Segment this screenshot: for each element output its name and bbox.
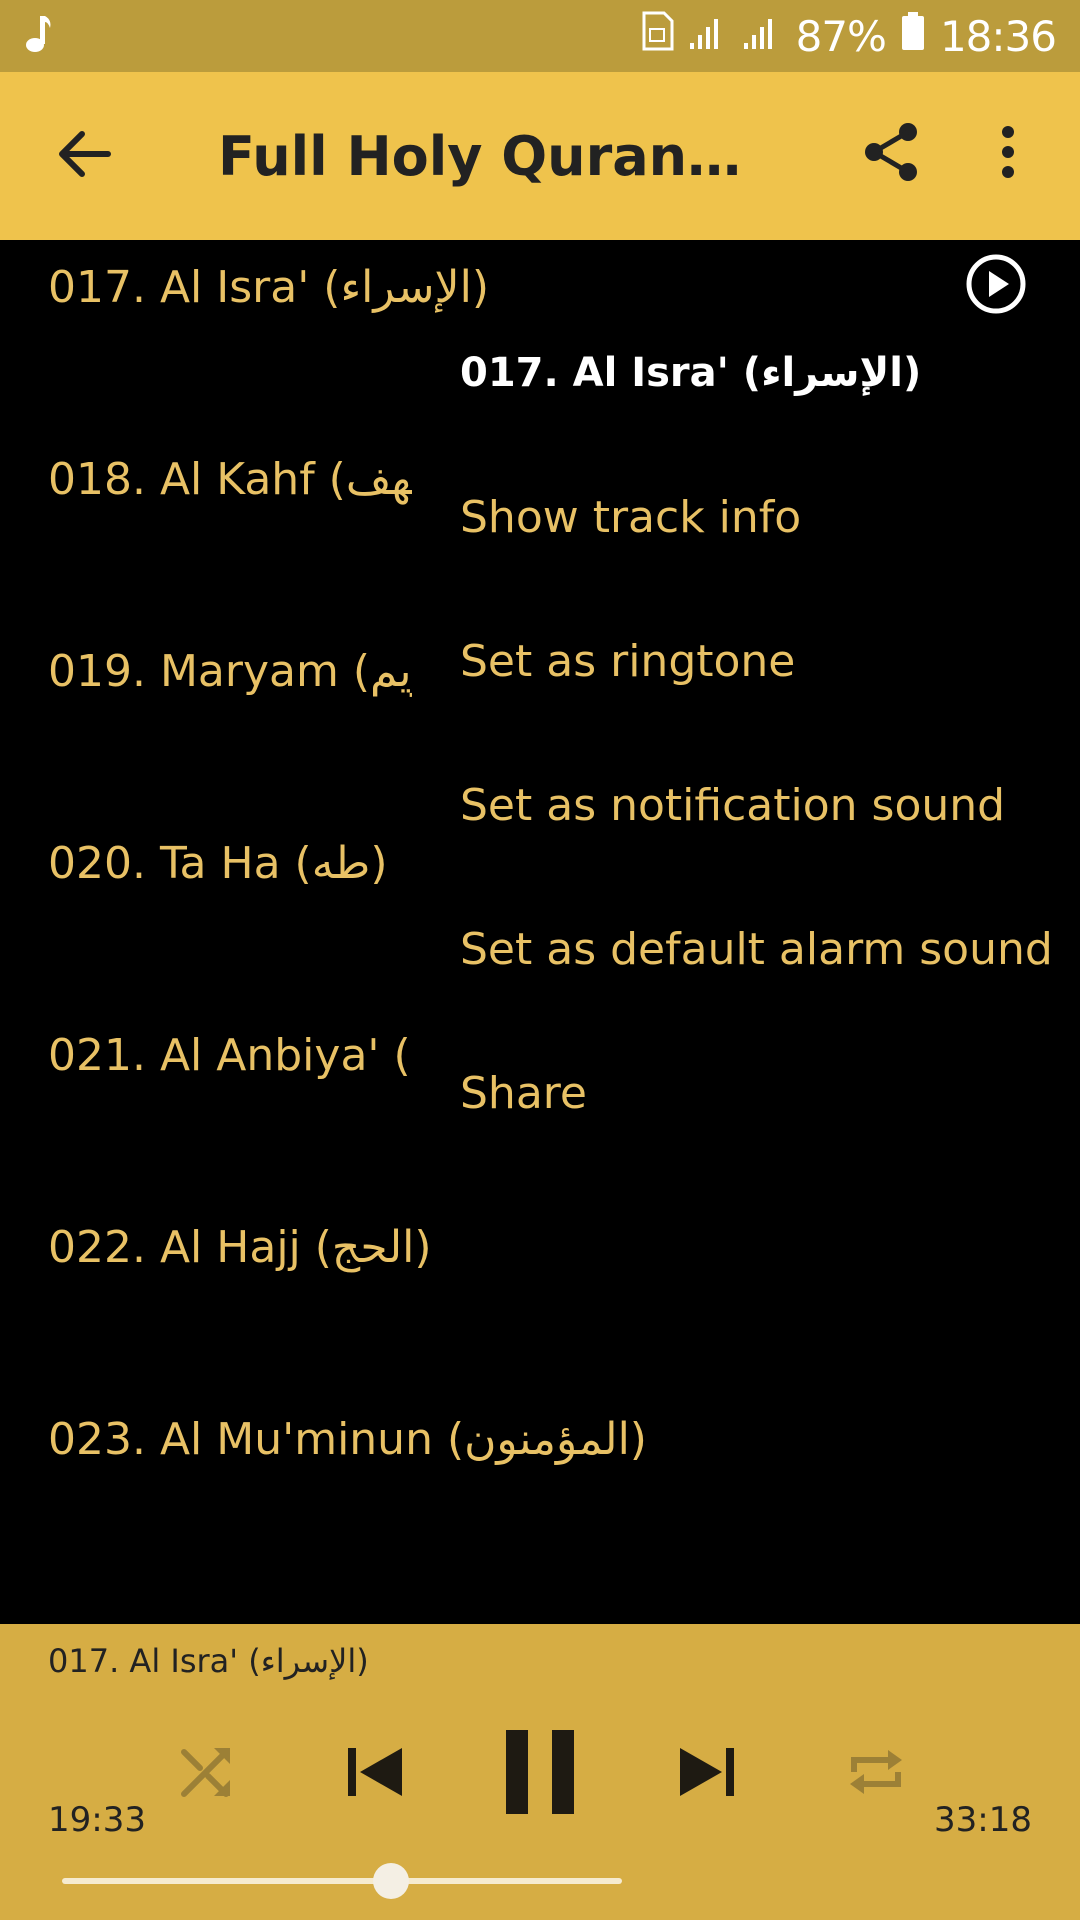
pause-button[interactable] (500, 1724, 580, 1824)
menu-item-set-notification-sound[interactable]: Set as notification sound (460, 776, 1005, 836)
back-button[interactable] (48, 120, 120, 192)
player-panel: 017. Al Isra' (الإسراء) 19:33 33:18 (0, 1624, 1080, 1920)
list-item[interactable]: 017. Al Isra' (الإسراء) (48, 254, 1028, 318)
track-title: 022. Al Hajj (الحج) (48, 1222, 432, 1273)
play-circle-icon[interactable] (964, 252, 1028, 316)
repeat-icon (846, 1742, 906, 1806)
arrow-back-icon (56, 130, 112, 182)
share-icon (862, 122, 922, 186)
shuffle-button[interactable] (174, 1742, 238, 1806)
signal-icon (688, 12, 728, 61)
pause-icon (502, 1728, 578, 1820)
total-duration: 33:18 (934, 1800, 1032, 1840)
battery-percent: 87% (795, 11, 887, 61)
track-title: 017. Al Isra' (الإسراء) (48, 262, 490, 313)
music-note-icon (24, 14, 52, 58)
battery-icon (900, 11, 926, 61)
seek-bar[interactable] (62, 1863, 622, 1899)
now-playing-title: 017. Al Isra' (الإسراء) (48, 1642, 369, 1680)
repeat-button[interactable] (842, 1740, 910, 1808)
signal-icon-2 (742, 12, 782, 61)
share-button[interactable] (856, 118, 928, 190)
seek-bar-thumb[interactable] (372, 1863, 409, 1899)
next-button[interactable] (672, 1734, 744, 1814)
app-bar: Full Holy Quran : Offline & Online (0, 72, 1080, 240)
menu-item-set-ringtone[interactable]: Set as ringtone (460, 632, 795, 692)
status-bar: 87% 18:36 (0, 0, 1080, 72)
skip-next-icon (676, 1740, 740, 1808)
list-item[interactable]: 022. Al Hajj (الحج) (48, 1218, 1028, 1278)
menu-item-set-alarm-sound[interactable]: Set as default alarm sound (460, 920, 1053, 980)
context-menu-title: 017. Al Isra' (الإسراء) (460, 350, 922, 396)
menu-item-show-track-info[interactable]: Show track info (460, 488, 801, 548)
page-title: Full Holy Quran : Offline & Online (218, 124, 758, 188)
clock: 18:36 (939, 11, 1057, 61)
more-options-button[interactable] (986, 118, 1030, 190)
list-item[interactable]: 023. Al Mu'minun (المؤمنون) (48, 1410, 1028, 1470)
more-vert-icon (1000, 124, 1016, 184)
track-title: 020. Ta Ha (طه) (48, 838, 388, 889)
menu-item-share[interactable]: Share (460, 1064, 587, 1124)
shuffle-icon (178, 1744, 234, 1804)
previous-button[interactable] (338, 1734, 410, 1814)
context-menu: 017. Al Isra' (الإسراء) Show track info … (412, 318, 1080, 1158)
skip-previous-icon (342, 1740, 406, 1808)
sim-card-icon (640, 11, 674, 61)
elapsed-time: 19:33 (48, 1800, 146, 1840)
track-title: 023. Al Mu'minun (المؤمنون) (48, 1414, 647, 1465)
